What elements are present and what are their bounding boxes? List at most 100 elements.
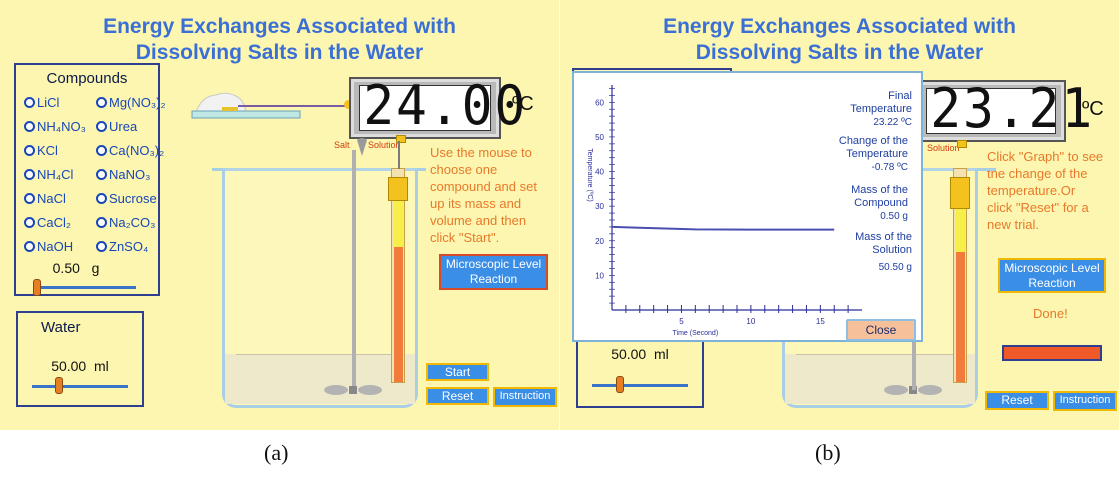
compound-label: NaCl [37,191,66,206]
caption-a: (a) [264,440,289,465]
compound-option[interactable]: NaNO₃ [96,167,150,182]
radio-icon[interactable] [24,217,35,228]
page-title: Energy Exchanges Associated with [663,15,1016,38]
water-slider-handle[interactable] [55,377,63,394]
close-button[interactable]: Close [846,319,916,341]
radio-icon[interactable] [24,169,35,180]
compound-option[interactable]: Ca(NO₃)₂ [96,143,164,158]
y-tick-label: 10 [595,271,604,280]
compounds-heading: Compounds [46,70,128,87]
mass-slider[interactable] [36,286,136,289]
radio-icon[interactable] [24,241,35,252]
thermometer-mercury [394,247,403,382]
mass-readout: 0.50 g [52,260,100,276]
water-slider[interactable] [32,385,128,388]
salt-label: Salt [334,140,350,150]
microscopic-level-button[interactable]: Microscopic Level Reaction [439,254,548,290]
water-in-beaker [225,354,415,404]
compound-label: ZnSO₄ [109,239,149,254]
compound-label: NH₄NO₃ [37,119,86,134]
compound-option[interactable]: Sucrose [96,191,157,206]
compound-option[interactable]: NaOH [24,239,73,254]
salt-dish-icon[interactable] [186,88,348,122]
compound-label: Sucrose [109,191,157,206]
instructions-text: Click "Graph" to see the change of the t… [987,149,1104,232]
temperature-unit: ºC [512,93,534,115]
compound-label: Ca(NO₃)₂ [109,143,165,158]
water-slider[interactable] [592,384,688,387]
stirrer-rod [352,150,356,390]
solution-label: Solution [927,143,960,153]
panel-a: Energy Exchanges Associated with Dissolv… [0,0,559,430]
start-button[interactable]: Start [426,363,489,381]
caption-b: (b) [815,440,841,465]
stirrer-rod [912,340,916,390]
compound-option[interactable]: LiCl [24,95,59,110]
radio-icon[interactable] [96,241,107,252]
radio-icon[interactable] [24,97,35,108]
compound-label: NH₄Cl [37,167,74,182]
compound-label: Mg(NO₃)₂ [109,95,166,110]
compound-option[interactable]: Na₂CO₃ [96,215,155,230]
radio-icon[interactable] [96,97,107,108]
water-box: 50.00 ml [576,338,704,408]
y-tick-label: 20 [595,237,604,246]
thermometer-mercury [956,252,965,382]
radio-icon[interactable] [96,193,107,204]
done-text: Done! [1033,306,1068,321]
compound-option[interactable]: KCl [24,143,58,158]
solution-mass: Mass of the Solution 50.50 g [855,231,912,273]
y-tick-label: 50 [595,133,604,142]
microscopic-level-button[interactable]: Microscopic Level Reaction [998,258,1106,293]
radio-icon[interactable] [96,121,107,132]
instruction-button[interactable]: Instruction [493,387,557,407]
x-tick-label: 5 [679,317,684,326]
stirrer-handle-icon [357,138,367,156]
temperature-display: 24.00 [349,74,525,139]
compound-option[interactable]: NaCl [24,191,66,206]
radio-icon[interactable] [96,145,107,156]
radio-icon[interactable] [96,169,107,180]
radio-icon[interactable] [24,145,35,156]
y-axis-label: Temperature (ºC) [586,148,593,202]
reset-button[interactable]: Reset [985,391,1049,410]
water-readout: 50.00 ml [611,346,669,362]
water-box: Water 50.00 ml [16,311,144,407]
y-tick-label: 30 [595,202,604,211]
water-in-beaker [785,354,975,404]
compound-option[interactable]: NH₄NO₃ [24,119,86,134]
instruction-button[interactable]: Instruction [1053,391,1117,411]
compound-option[interactable]: CaCl₂ [24,215,71,230]
radio-icon[interactable] [24,193,35,204]
compound-mass: Mass of the Compound 0.50 g [851,184,908,222]
compound-label: Na₂CO₃ [109,215,156,230]
water-readout: 50.00 ml [51,358,109,374]
compounds-box: Compounds LiCl Mg(NO₃)₂ NH₄NO₃ Urea KCl Ca(NO… [14,63,166,296]
radio-icon[interactable] [96,217,107,228]
water-heading: Water [41,319,81,336]
stirrer-icon [324,385,382,395]
compound-option[interactable]: Urea [96,119,137,134]
compound-label: NaNO₃ [109,167,151,182]
temperature-display: 23.21 [916,77,1092,142]
x-axis-label: Time (Second) [673,330,719,337]
compound-option[interactable]: ZnSO₄ [96,239,148,254]
graph-popup: 5 10 15 10 20 30 40 50 60 Time (Second) Temperatur… [572,71,923,342]
mass-slider-handle[interactable] [33,279,41,296]
x-tick-label: 10 [746,317,755,326]
page-subtitle: Dissolving Salts in the Water [695,41,984,64]
temperature-series-line [611,225,835,231]
x-tick-label: 15 [816,317,825,326]
compound-option[interactable]: NH₄Cl [24,167,73,182]
water-slider-handle[interactable] [616,376,624,393]
compound-label: NaOH [37,239,74,254]
page-subtitle: Dissolving Salts in the Water [135,41,424,64]
final-temperature: Final Temperature 23.22 ºC [850,90,912,128]
compound-label: CaCl₂ [37,215,71,230]
reset-button[interactable]: Reset [426,387,489,405]
compound-label: LiCl [37,95,60,110]
compound-option[interactable]: Mg(NO₃)₂ [96,95,166,110]
compound-label: KCl [37,143,58,158]
y-tick-label: 40 [595,168,604,177]
radio-icon[interactable] [24,121,35,132]
